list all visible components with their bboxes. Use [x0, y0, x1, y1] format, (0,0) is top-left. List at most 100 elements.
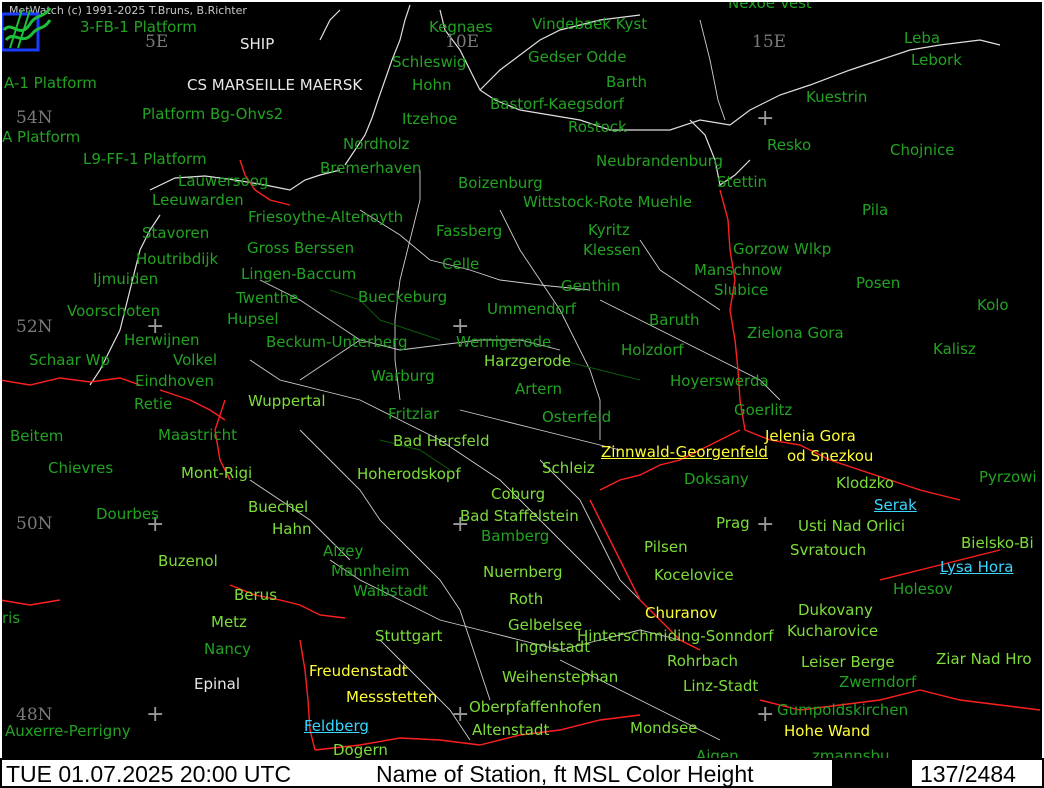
station-label[interactable]: Hohn — [412, 76, 451, 94]
station-label[interactable]: Beitem — [10, 427, 63, 445]
station-label[interactable]: Zwerndorf — [839, 673, 916, 691]
station-label[interactable]: Pilsen — [644, 538, 688, 556]
station-label[interactable]: Mannheim — [331, 562, 410, 580]
station-label[interactable]: Resko — [767, 136, 811, 154]
station-label[interactable]: Linz-Stadt — [683, 677, 758, 695]
station-label[interactable]: Freudenstadt — [309, 662, 408, 680]
station-label[interactable]: Baruth — [649, 311, 700, 329]
station-label[interactable]: Oberpfaffenhofen — [469, 698, 602, 716]
station-label[interactable]: Ingolstadt — [515, 638, 590, 656]
station-label[interactable]: Gedser Odde — [528, 48, 626, 66]
station-label[interactable]: Nexoe Vest — [728, 0, 812, 12]
station-label[interactable]: Platform Bg-Ohvs2 — [142, 105, 283, 123]
station-label[interactable]: Leba — [904, 29, 940, 47]
station-label[interactable]: Twenthe — [236, 289, 298, 307]
station-label[interactable]: Kegnaes — [429, 18, 493, 36]
station-label[interactable]: Volkel — [173, 351, 217, 369]
station-label[interactable]: Leiser Berge — [801, 653, 895, 671]
station-label[interactable]: Metz — [211, 613, 247, 631]
station-label[interactable]: Goerlitz — [734, 401, 792, 419]
station-label[interactable]: Gross Berssen — [247, 239, 354, 257]
station-label[interactable]: Dogern — [333, 741, 388, 759]
station-label[interactable]: Fritzlar — [388, 405, 439, 423]
station-label[interactable]: Slubice — [714, 281, 768, 299]
station-label[interactable]: Barth — [606, 73, 647, 91]
station-label[interactable]: Holesov — [893, 580, 953, 598]
station-label[interactable]: Celle — [442, 255, 479, 273]
station-label[interactable]: Pila — [862, 201, 888, 219]
station-label[interactable]: Bueckeburg — [358, 288, 447, 306]
station-label[interactable]: Houtribdijk — [136, 250, 218, 268]
station-label[interactable]: Prag — [716, 514, 750, 532]
station-label[interactable]: Epinal — [194, 675, 240, 693]
station-label[interactable]: Buzenol — [158, 552, 218, 570]
station-label[interactable]: Kalisz — [933, 340, 976, 358]
station-label[interactable]: Bastorf-Kaegsdorf — [490, 95, 624, 113]
station-label[interactable]: Bamberg — [481, 527, 549, 545]
station-label[interactable]: Nancy — [204, 640, 251, 658]
station-label[interactable]: Boizenburg — [458, 174, 543, 192]
station-label[interactable]: Osterfeld — [542, 408, 611, 426]
station-label[interactable]: Vindebaek Kyst — [532, 15, 647, 33]
ship-label[interactable]: SHIP — [240, 35, 274, 53]
station-label[interactable]: Nordholz — [343, 135, 410, 153]
station-label[interactable]: Lauwersoog — [178, 172, 268, 190]
station-label[interactable]: Kolo — [977, 296, 1009, 314]
station-label[interactable]: Bremerhaven — [320, 159, 421, 177]
station-label[interactable]: Ijmuiden — [93, 270, 158, 288]
station-label[interactable]: Altenstadt — [472, 721, 549, 739]
station-label[interactable]: Leeuwarden — [152, 191, 244, 209]
station-label[interactable]: Pyrzowi — [979, 468, 1037, 486]
station-label[interactable]: Dourbes — [96, 505, 159, 523]
station-label[interactable]: Maastricht — [158, 426, 237, 444]
station-label[interactable]: Nuernberg — [483, 563, 563, 581]
station-label[interactable]: Warburg — [371, 367, 435, 385]
station-label[interactable]: Gorzow Wlkp — [733, 240, 831, 258]
station-label[interactable]: Chojnice — [890, 141, 954, 159]
station-label[interactable]: Berus — [234, 586, 277, 604]
station-label[interactable]: Kocelovice — [654, 566, 734, 584]
station-label[interactable]: Coburg — [491, 485, 545, 503]
station-label[interactable]: Zinnwald-Georgenfeld — [601, 443, 768, 461]
station-label[interactable]: Kyritz — [588, 221, 630, 239]
station-label[interactable]: Zielona Gora — [747, 324, 844, 342]
station-label[interactable]: Usti Nad Orlici — [798, 517, 905, 535]
station-label[interactable]: Schleswig — [392, 53, 466, 71]
station-label[interactable]: Schleiz — [542, 459, 595, 477]
station-label[interactable]: Bielsko-Bi — [961, 534, 1034, 552]
station-label[interactable]: Lysa Hora — [940, 558, 1013, 576]
station-label[interactable]: Hinterschmiding-Sonndorf — [577, 627, 774, 645]
station-label[interactable]: Hupsel — [227, 310, 279, 328]
station-label[interactable]: Messstetten — [346, 688, 437, 706]
station-label[interactable]: Bad Staffelstein — [460, 507, 579, 525]
station-label[interactable]: Gumpoldskirchen — [777, 701, 908, 719]
station-label[interactable]: Doksany — [684, 470, 749, 488]
station-label[interactable]: od Snezkou — [787, 447, 873, 465]
station-label[interactable]: Ziar Nad Hro — [936, 650, 1032, 668]
station-label[interactable]: Rostock — [568, 118, 627, 136]
station-label[interactable]: Posen — [856, 274, 900, 292]
station-label[interactable]: Kucharovice — [787, 622, 878, 640]
station-label[interactable]: Weihenstephan — [502, 668, 618, 686]
station-label[interactable]: Serak — [874, 496, 917, 514]
station-label[interactable]: Mont-Rigi — [181, 464, 252, 482]
station-label[interactable]: Beckum-Unterberg — [266, 333, 407, 351]
station-label[interactable]: Itzehoe — [402, 110, 457, 128]
station-label[interactable]: Neubrandenburg — [596, 152, 723, 170]
station-label[interactable]: Rohrbach — [667, 652, 738, 670]
station-label[interactable]: Gelbelsee — [508, 616, 582, 634]
station-label[interactable]: Hoyerswerda — [670, 372, 769, 390]
station-label[interactable]: Fassberg — [436, 222, 502, 240]
station-label[interactable]: Friesoythe-Altenoyth — [248, 208, 403, 226]
station-label[interactable]: Wuppertal — [248, 392, 325, 410]
station-label[interactable]: L9-FF-1 Platform — [83, 150, 207, 168]
station-label[interactable]: Wernigerode — [456, 333, 551, 351]
station-label[interactable]: Lingen-Baccum — [241, 265, 356, 283]
station-label[interactable]: Klodzko — [836, 474, 894, 492]
station-label[interactable]: Hohe Wand — [784, 722, 870, 740]
station-label[interactable]: Chievres — [48, 459, 113, 477]
station-label[interactable]: Roth — [509, 590, 543, 608]
station-label[interactable]: Stuttgart — [375, 627, 442, 645]
station-label[interactable]: Jelenia Gora — [765, 427, 856, 445]
weather-station-map[interactable]: MetWatch (c) 1991-2025 T.Bruns, B.Richte… — [0, 0, 1044, 788]
